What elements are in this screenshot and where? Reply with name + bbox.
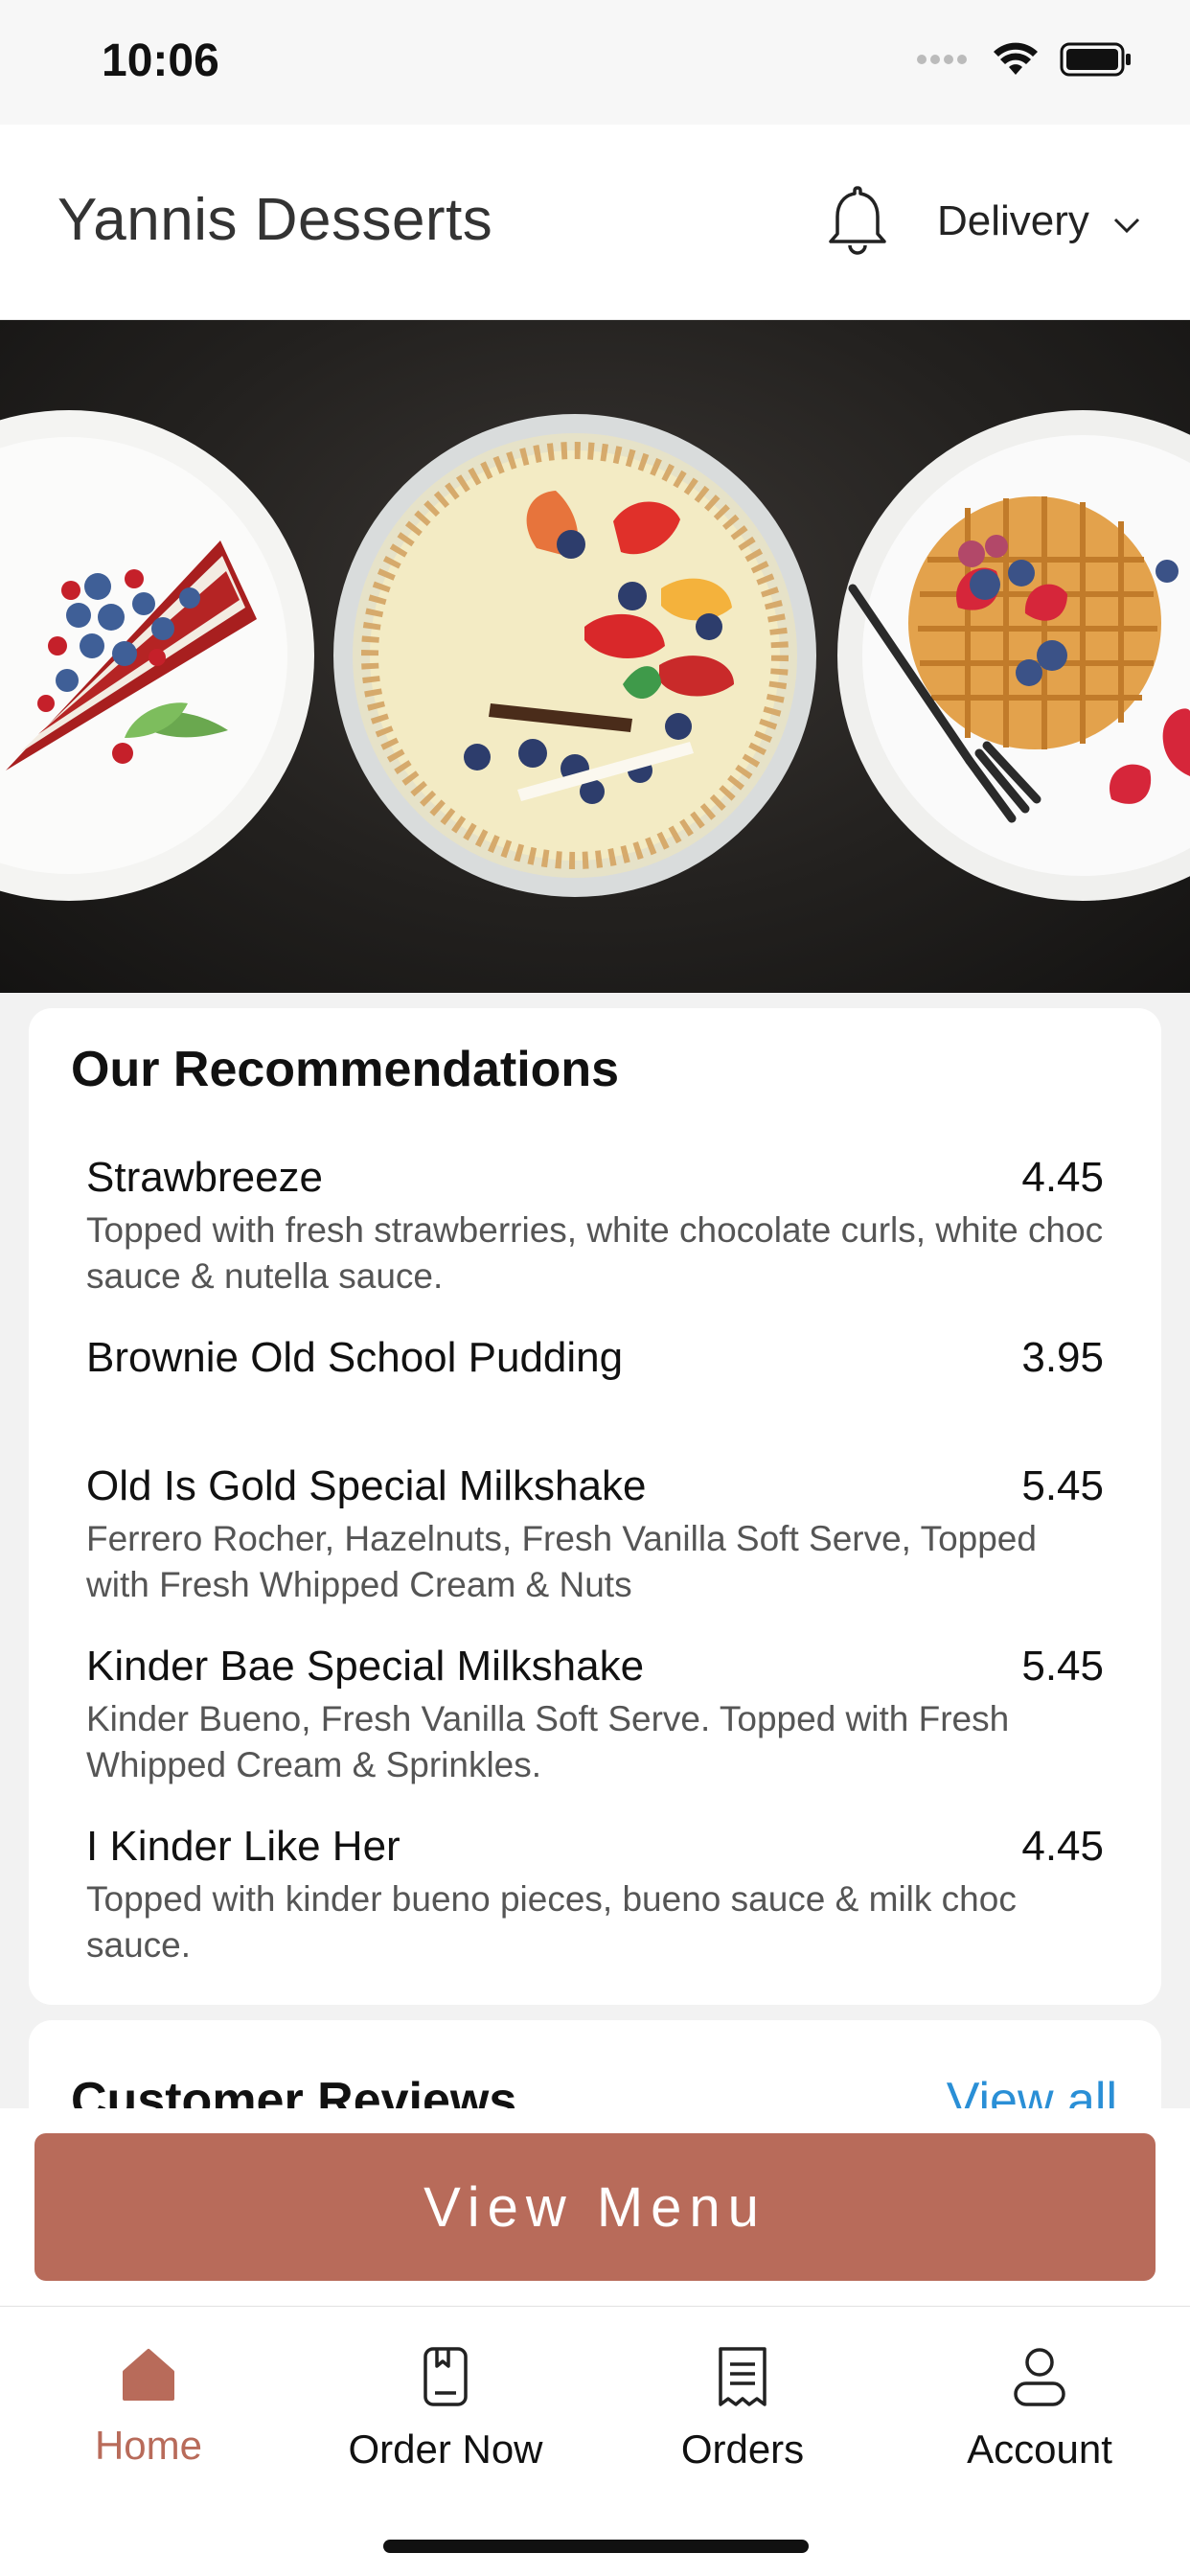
item-price: 4.45 xyxy=(1021,1823,1104,1870)
menu-item[interactable]: Old Is Gold Special Milkshake 5.45 Ferre… xyxy=(86,1462,1104,1608)
item-description: Ferrero Rocher, Hazelnuts, Fresh Vanilla… xyxy=(86,1519,1037,1604)
chevron-down-icon xyxy=(1112,197,1141,245)
wifi-icon xyxy=(993,42,1039,81)
bottom-tab-bar: Home Order Now Orders Account xyxy=(0,2306,1190,2576)
signal-icon xyxy=(916,52,972,72)
brand-title: Yannis Desserts xyxy=(57,187,493,253)
delivery-label: Delivery xyxy=(937,197,1089,244)
status-time: 10:06 xyxy=(102,35,219,86)
tab-label: Home xyxy=(94,2423,203,2468)
account-icon xyxy=(1010,2348,1069,2412)
cta-container: View Menu xyxy=(0,2108,1190,2306)
menu-item[interactable]: Kinder Bae Special Milkshake 5.45 Kinder… xyxy=(86,1643,1104,1788)
item-price: 5.45 xyxy=(1021,1462,1104,1509)
home-indicator[interactable] xyxy=(383,2540,809,2553)
tab-order-now[interactable]: Order Now xyxy=(297,2345,594,2472)
home-icon xyxy=(119,2349,178,2408)
tab-home[interactable]: Home xyxy=(0,2345,297,2469)
item-description: Kinder Bueno, Fresh Vanilla Soft Serve. … xyxy=(86,1699,1010,1784)
delivery-dropdown[interactable]: Delivery xyxy=(937,197,1141,245)
item-name: Brownie Old School Pudding xyxy=(86,1334,624,1381)
tab-label: Account xyxy=(967,2426,1112,2472)
recommendations-card: Our Recommendations Strawbreeze 4.45 Top… xyxy=(29,1008,1161,2005)
recommendations-title: Our Recommendations xyxy=(71,1042,620,1097)
item-description: Topped with kinder bueno pieces, bueno s… xyxy=(86,1879,1017,1965)
view-menu-button[interactable]: View Menu xyxy=(34,2133,1156,2281)
status-bar: 10:06 xyxy=(0,0,1190,125)
tab-label: Orders xyxy=(680,2426,805,2472)
status-icons xyxy=(916,42,1133,81)
battery-icon xyxy=(1060,42,1133,81)
item-name: Kinder Bae Special Milkshake xyxy=(86,1643,645,1690)
menu-item[interactable]: Strawbreeze 4.45 Topped with fresh straw… xyxy=(86,1154,1104,1300)
tab-account[interactable]: Account xyxy=(891,2345,1188,2472)
item-name: I Kinder Like Her xyxy=(86,1823,400,1870)
bell-icon[interactable] xyxy=(824,182,891,259)
hero-dessert-image xyxy=(0,320,1190,993)
tab-orders[interactable]: Orders xyxy=(594,2345,891,2472)
receipt-icon xyxy=(713,2347,772,2412)
item-price: 5.45 xyxy=(1021,1643,1104,1690)
item-name: Strawbreeze xyxy=(86,1154,324,1201)
item-name: Old Is Gold Special Milkshake xyxy=(86,1462,647,1509)
item-description: Topped with fresh strawberries, white ch… xyxy=(86,1210,1104,1296)
menu-item[interactable]: Brownie Old School Pudding 3.95 xyxy=(86,1334,1104,1382)
dessert-illustration xyxy=(0,410,1190,901)
item-price: 4.45 xyxy=(1021,1154,1104,1201)
app-header: Yannis Desserts Delivery xyxy=(0,125,1190,320)
tab-label: Order Now xyxy=(348,2426,543,2472)
item-price: 3.95 xyxy=(1021,1334,1104,1381)
menu-item[interactable]: I Kinder Like Her 4.45 Topped with kinde… xyxy=(86,1823,1104,1968)
order-now-icon xyxy=(416,2347,475,2412)
